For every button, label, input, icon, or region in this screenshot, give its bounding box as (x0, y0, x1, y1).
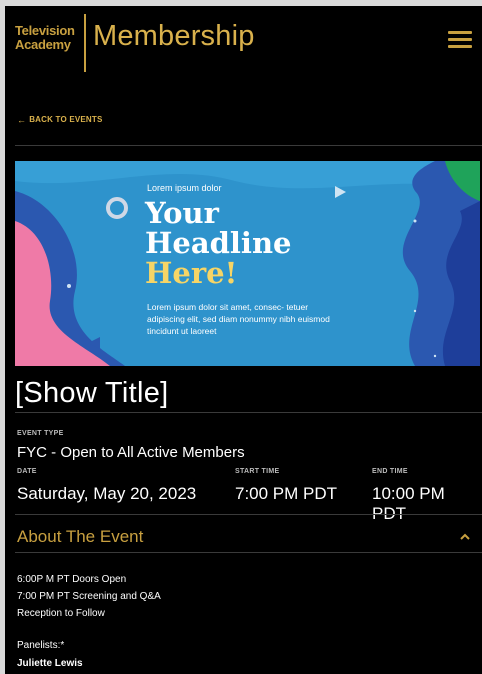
site-header: Television Academy Membership (5, 6, 482, 82)
logo-divider (84, 14, 86, 72)
chevron-up-icon (460, 533, 470, 540)
event-type-label: EVENT TYPE (17, 430, 64, 437)
event-detail-page: Television Academy Membership ← BACK TO … (5, 6, 482, 674)
logo-line-1: Television (15, 23, 75, 38)
divider (15, 145, 482, 146)
banner-headline-line3: Here! (145, 256, 238, 290)
arrow-left-icon: ← (17, 114, 27, 125)
about-schedule: 6:00P M PT Doors Open 7:00 PM PT Screeni… (17, 571, 161, 622)
panelist-name: Juliette Lewis (17, 658, 83, 669)
schedule-line: Reception to Follow (17, 608, 105, 619)
brand-title: Membership (93, 20, 255, 52)
start-time-label: START TIME (235, 468, 280, 475)
start-time-value: 7:00 PM PDT (235, 484, 338, 503)
menu-bar (448, 31, 472, 34)
panelists-label: Panelists:* (17, 640, 65, 651)
date-label: DATE (17, 468, 37, 475)
banner-kicker-text: Lorem ipsum dolor (147, 183, 222, 193)
divider (15, 514, 482, 515)
schedule-line: 7:00 PM PT Screening and Q&A (17, 591, 161, 602)
menu-bar (448, 38, 472, 41)
banner-body-text: Lorem ipsum dolor sit amet, consec- tetu… (147, 302, 330, 336)
end-time-value: 10:00 PM PDT (372, 484, 445, 523)
divider (15, 412, 482, 413)
menu-bar (448, 45, 472, 48)
television-academy-logo[interactable]: Television Academy (15, 24, 81, 52)
back-to-events-label: BACK TO EVENTS (29, 115, 103, 124)
event-type-value: FYC - Open to All Active Members (17, 444, 245, 461)
banner-headline-line2: Headline (145, 226, 292, 260)
about-the-event-toggle[interactable]: About The Event (15, 527, 482, 553)
date-value: Saturday, May 20, 2023 (17, 484, 197, 503)
banner-headline: Your Headline Here! (145, 198, 292, 288)
hamburger-menu-icon[interactable] (448, 31, 472, 49)
about-the-event-title: About The Event (17, 527, 144, 546)
back-to-events-link[interactable]: ← BACK TO EVENTS (17, 115, 103, 124)
banner-headline-line1: Your (145, 196, 219, 230)
logo-line-2: Academy (15, 37, 71, 52)
schedule-line: 6:00P M PT Doors Open (17, 574, 127, 585)
show-title: [Show Title] (15, 377, 169, 409)
end-time-label: END TIME (372, 468, 408, 475)
divider (15, 552, 482, 553)
